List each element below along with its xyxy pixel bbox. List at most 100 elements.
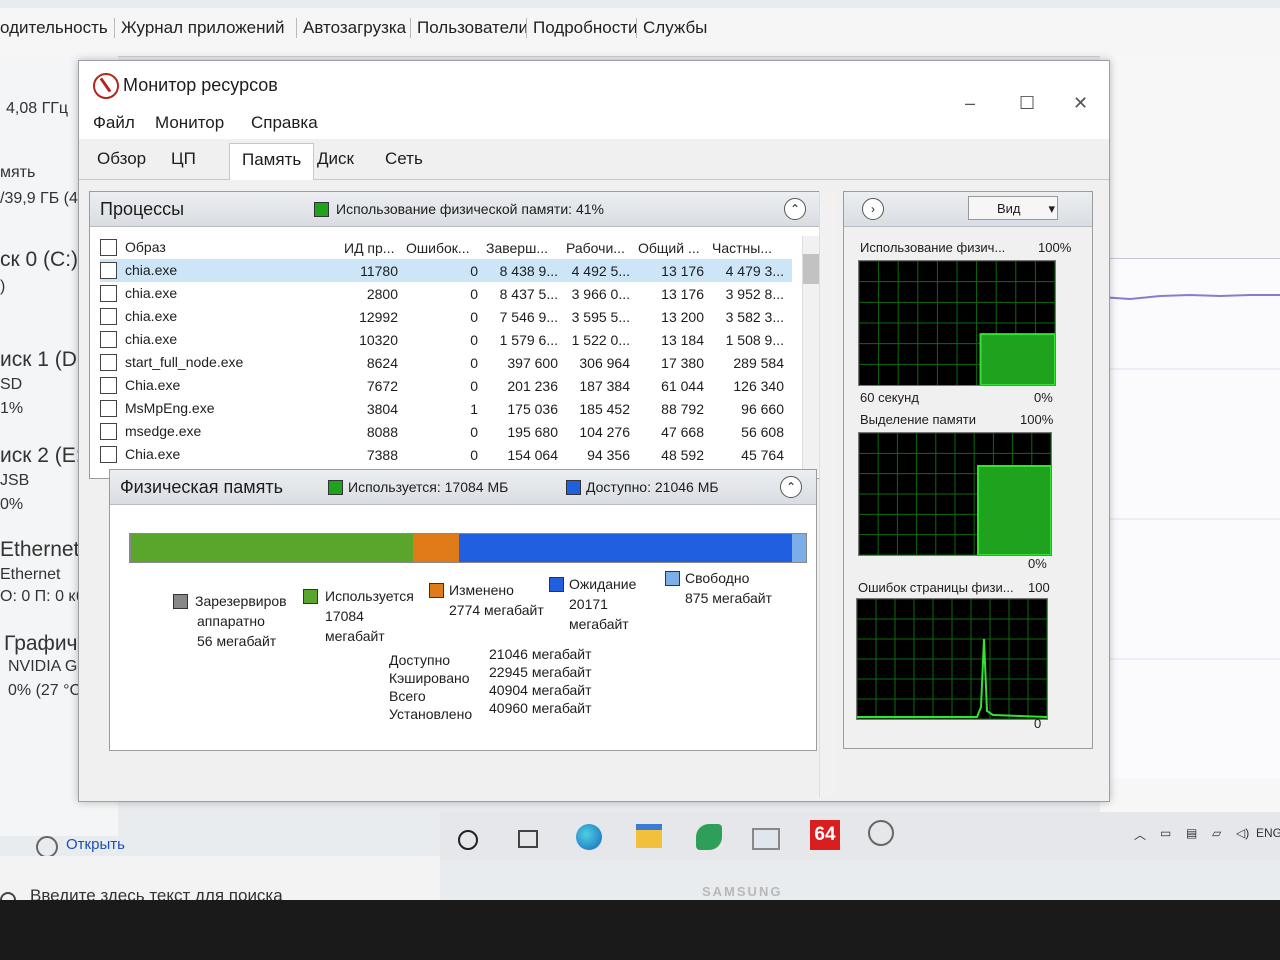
- ethernet-title: Ethernet: [0, 538, 80, 561]
- main-scrollbar[interactable]: [819, 191, 836, 797]
- aida64-badge[interactable]: 64: [810, 820, 840, 850]
- row-checkbox[interactable]: [100, 423, 117, 441]
- table-row[interactable]: msedge.exe 8088 0 195 680 104 276 47 668 56 60…: [100, 420, 792, 443]
- column-shareable[interactable]: Общий ...: [638, 236, 712, 259]
- table-row[interactable]: MsMpEng.exe 3804 1 175 036 185 452 88 792 96 6…: [100, 397, 792, 420]
- legend-reserved-swatch: [173, 594, 188, 609]
- tab-memory[interactable]: Память: [229, 143, 315, 180]
- column-working-set[interactable]: Рабочи...: [566, 236, 638, 259]
- tray-network-icon[interactable]: ▭: [1160, 826, 1171, 840]
- task-view-icon[interactable]: [518, 830, 538, 848]
- tab-cpu[interactable]: ЦП: [167, 149, 200, 169]
- process-cell: 154 064: [507, 446, 558, 463]
- tray-chevron-up-icon[interactable]: ︿: [1134, 826, 1146, 843]
- disk2-title: иск 2 (E:): [0, 444, 89, 467]
- tab-performance[interactable]: одительность: [0, 18, 108, 38]
- open-resource-monitor-link[interactable]: Открыть: [66, 836, 125, 853]
- memory-history-chart: [1100, 293, 1280, 660]
- process-cell: 1: [470, 400, 478, 417]
- task-view-circle-icon[interactable]: [458, 830, 478, 850]
- task-manager-icon[interactable]: [752, 828, 780, 850]
- tab-disk[interactable]: Диск: [313, 149, 358, 169]
- edge-icon[interactable]: [576, 824, 602, 850]
- language-indicator[interactable]: ENG: [1256, 826, 1280, 840]
- chia-icon[interactable]: [696, 824, 722, 850]
- graph-area: [979, 333, 1056, 386]
- tab-startup[interactable]: Автозагрузка: [296, 18, 406, 38]
- legend-modified-l2: 2774 мегабайт: [449, 602, 544, 618]
- table-row[interactable]: Chia.exe 7388 0 154 064 94 356 48 592 45 764: [100, 443, 792, 466]
- table-row[interactable]: chia.exe 11780 0 8 438 9... 4 492 5... 13 176…: [100, 259, 792, 282]
- legend-modified-swatch: [429, 583, 444, 598]
- legend-standby-l3: мегабайт: [569, 616, 629, 632]
- row-checkbox[interactable]: [100, 308, 117, 326]
- tab-overview[interactable]: Обзор: [93, 149, 150, 169]
- tab-users[interactable]: Пользователи: [410, 18, 528, 38]
- process-image: chia.exe: [100, 305, 344, 328]
- process-cell: 13 176: [638, 259, 712, 282]
- row-checkbox[interactable]: [100, 285, 117, 303]
- row-checkbox[interactable]: [100, 377, 117, 395]
- table-row[interactable]: chia.exe 10320 0 1 579 6... 1 522 0... 13 184…: [100, 328, 792, 351]
- process-cell: 201 236: [507, 377, 558, 394]
- process-cell: 0: [470, 308, 478, 325]
- collapse-processes-button[interactable]: ⌃: [784, 198, 806, 220]
- table-row[interactable]: chia.exe 12992 0 7 546 9... 3 595 5... 13 200…: [100, 305, 792, 328]
- processes-header[interactable]: Процессы Использование физической памяти…: [90, 192, 820, 227]
- table-row[interactable]: Chia.exe 7672 0 201 236 187 384 61 044 126 340: [100, 374, 792, 397]
- row-checkbox[interactable]: [100, 354, 117, 372]
- select-all-checkbox[interactable]: [100, 239, 117, 257]
- processes-title: Процессы: [100, 199, 185, 219]
- table-row[interactable]: chia.exe 2800 0 8 437 5... 3 966 0... 13 176 3…: [100, 282, 792, 305]
- task-manager-tabs: одительность Журнал приложений Автозагру…: [0, 8, 1280, 57]
- resource-monitor-icon[interactable]: [36, 836, 58, 858]
- legend-reserved-l2: аппаратно: [197, 613, 265, 629]
- column-pid[interactable]: ИД пр...: [344, 236, 406, 259]
- physical-usage-swatch: [314, 202, 329, 217]
- tray-display-icon[interactable]: ▱: [1212, 826, 1221, 840]
- column-private[interactable]: Частны...: [712, 236, 792, 259]
- process-cell: 1 522 0...: [571, 331, 630, 348]
- title-bar[interactable]: Монитор ресурсов – ☐ ✕: [79, 61, 1109, 113]
- row-checkbox[interactable]: [100, 446, 117, 464]
- processes-scrollbar[interactable]: [802, 236, 819, 476]
- graph-area: [977, 464, 1052, 556]
- tab-services[interactable]: Службы: [636, 18, 707, 38]
- memory-segment: [130, 534, 413, 562]
- tray-wifi-icon[interactable]: ▤: [1186, 826, 1197, 840]
- process-cell: 1 508 9...: [725, 331, 784, 348]
- view-dropdown[interactable]: Вид ▾: [968, 196, 1058, 220]
- file-explorer-icon[interactable]: [636, 824, 662, 848]
- process-cell: 47 668: [661, 423, 704, 440]
- processes-scroll-thumb[interactable]: [803, 254, 819, 284]
- collapse-memory-button[interactable]: ⌃: [780, 476, 802, 498]
- row-checkbox[interactable]: [100, 400, 117, 418]
- legend-reserved-l1: Зарезервиров: [195, 593, 287, 609]
- process-cell: 13 184: [661, 331, 704, 348]
- column-commit[interactable]: Заверш...: [486, 236, 566, 259]
- legend-standby-l2: 20171: [569, 596, 608, 612]
- resource-monitor-taskbar-icon[interactable]: [868, 820, 894, 846]
- column-image[interactable]: Образ: [100, 236, 344, 259]
- menu-file[interactable]: Файл: [93, 113, 135, 133]
- graph2-min: 0%: [1028, 556, 1047, 571]
- memory-value: /39,9 ГБ (4: [0, 190, 78, 207]
- process-image: Chia.exe: [100, 374, 344, 397]
- tab-network[interactable]: Сеть: [381, 149, 427, 169]
- row-checkbox[interactable]: [100, 331, 117, 349]
- menu-help[interactable]: Справка: [251, 113, 318, 133]
- tray-volume-icon[interactable]: ◁): [1236, 826, 1249, 840]
- tab-app-history[interactable]: Журнал приложений: [114, 18, 285, 38]
- row-checkbox[interactable]: [100, 262, 117, 280]
- table-row[interactable]: start_full_node.exe 8624 0 397 600 306 964 17…: [100, 351, 792, 374]
- process-cell: 195 680: [507, 423, 558, 440]
- column-faults[interactable]: Ошибок...: [406, 236, 486, 259]
- process-cell: 8 437 5...: [499, 285, 558, 302]
- expand-graphs-button[interactable]: ›: [862, 198, 884, 220]
- physical-memory-header[interactable]: Физическая память Используется: 17084 МБ…: [110, 470, 816, 505]
- menu-monitor[interactable]: Монитор: [155, 113, 224, 133]
- process-cell: 175 036: [507, 400, 558, 417]
- process-cell: 2800: [366, 285, 398, 302]
- tab-details[interactable]: Подробности: [526, 18, 638, 38]
- resource-monitor-app-icon: [93, 73, 119, 99]
